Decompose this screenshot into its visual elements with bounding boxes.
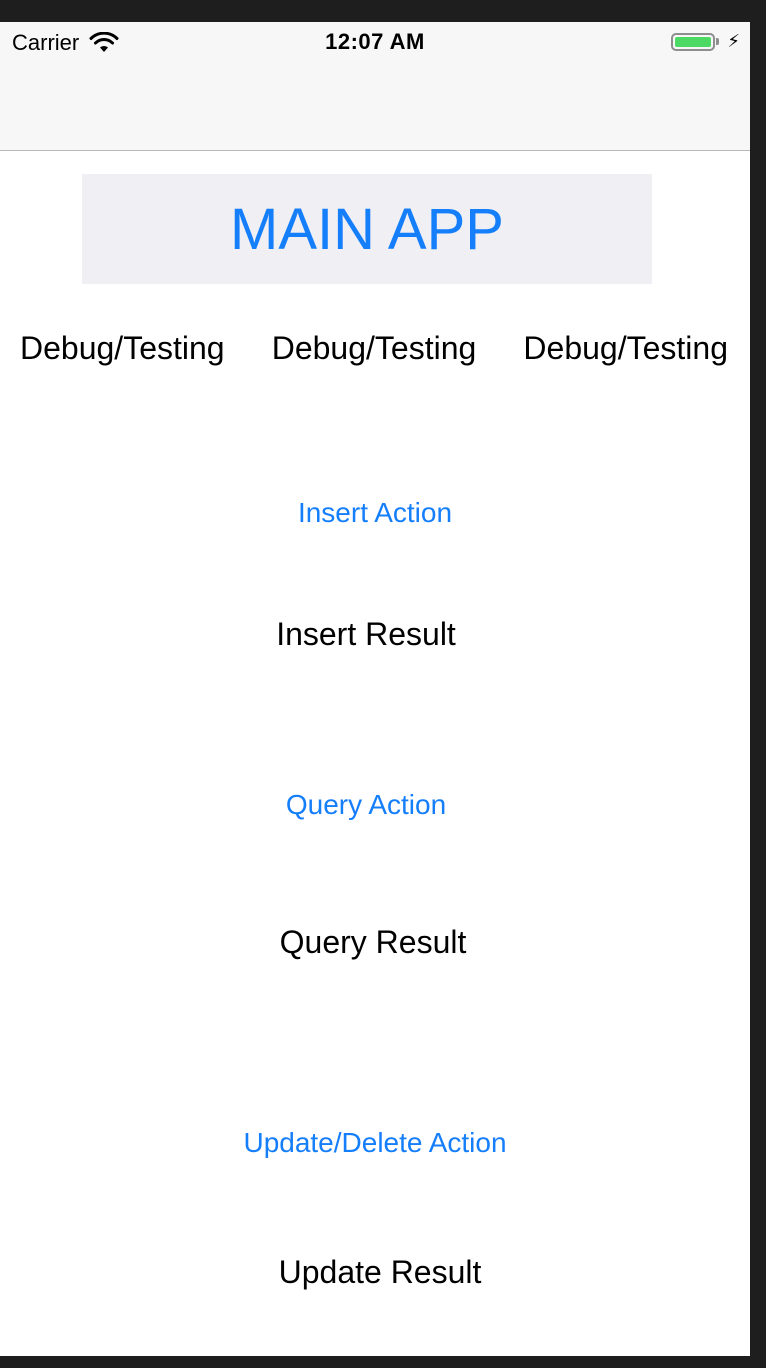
insert-result-label: Insert Result xyxy=(276,616,456,652)
debug-label: Debug/Testing xyxy=(523,330,728,366)
query-result-label: Query Result xyxy=(279,924,467,960)
status-time: 12:07 AM xyxy=(325,29,425,54)
debug-label: Debug/Testing xyxy=(271,330,477,366)
debug-labels-row: Debug/Testing Debug/Testing Debug/Testin… xyxy=(0,330,750,367)
update-result-label: Update Result xyxy=(278,1254,482,1290)
battery-indicator: ⚡︎ xyxy=(671,31,740,52)
debug-label: Debug/Testing xyxy=(20,330,225,366)
app-screen: Carrier 12:07 AM ⚡︎ MAIN APP Debug/Testi… xyxy=(0,22,750,1356)
battery-level-fill xyxy=(675,36,712,47)
battery-icon xyxy=(671,32,716,51)
battery-tip xyxy=(716,38,720,45)
main-app-button[interactable]: MAIN APP xyxy=(82,174,652,284)
update-delete-action-button[interactable]: Update/Delete Action xyxy=(0,1127,750,1159)
navigation-bar: Carrier 12:07 AM ⚡︎ xyxy=(0,22,750,151)
insert-action-button[interactable]: Insert Action xyxy=(0,497,750,529)
charging-bolt-icon: ⚡︎ xyxy=(727,31,740,51)
query-action-button[interactable]: Query Action xyxy=(0,789,741,821)
